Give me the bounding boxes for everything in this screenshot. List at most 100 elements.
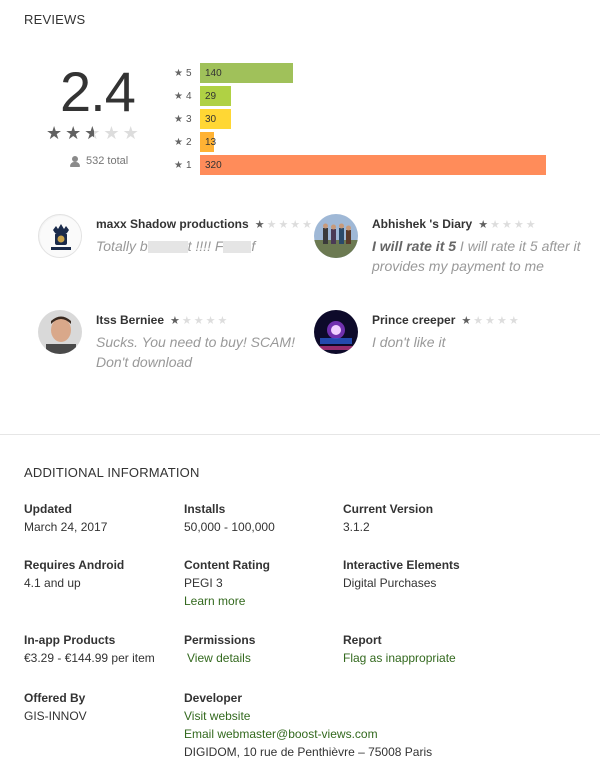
info-title: Interactive Elements [343, 558, 460, 572]
histogram-row: ★ 3 30 [174, 109, 231, 129]
histogram-count: 29 [205, 90, 217, 102]
info-title: In-app Products [24, 633, 116, 647]
view-details-link[interactable]: View details [184, 649, 255, 667]
histogram-row: ★ 1 320 [174, 155, 546, 175]
info-title: Updated [24, 502, 72, 516]
histogram-row-label: ★ 1 [174, 160, 200, 171]
star-icon: ★ [174, 90, 183, 102]
info-developer: Developer Visit website Email webmaster@… [184, 691, 432, 761]
histogram-row: ★ 4 29 [174, 86, 231, 106]
info-content-rating: Content Rating PEGI 3 Learn more [184, 558, 270, 610]
avatar[interactable] [314, 214, 358, 258]
avatar[interactable] [314, 310, 358, 354]
additional-info-heading: ADDITIONAL INFORMATION [24, 465, 200, 480]
neon-photo-icon [314, 310, 358, 354]
star-icon: ★ [46, 123, 66, 143]
star-half-icon: ★ [84, 124, 103, 142]
rating-total-label: 532 total [86, 155, 129, 167]
review-rating-stars: ★★★★★ [461, 314, 521, 327]
info-interactive-elements: Interactive Elements Digital Purchases [343, 558, 460, 592]
review-title: I will rate it 5 [372, 238, 457, 254]
histogram-bar: 320 [200, 155, 546, 175]
info-updated: Updated March 24, 2017 [24, 502, 107, 536]
average-rating: 2.4 [60, 60, 136, 123]
histogram-star-label: 5 [185, 67, 192, 79]
info-value: GIS-INNOV [24, 709, 87, 723]
histogram-row: ★ 5 140 [174, 63, 293, 83]
review-author[interactable]: Abhishek 's Diary [372, 217, 472, 231]
review-author[interactable]: maxx Shadow productions [96, 217, 249, 231]
info-title: Report [343, 633, 382, 647]
histogram-star-label: 3 [185, 113, 192, 125]
avatar[interactable] [38, 310, 82, 354]
kingdom-logo-icon [40, 216, 81, 257]
histogram-count: 320 [205, 159, 222, 171]
info-value: 50,000 - 100,000 [184, 520, 275, 534]
info-version: Current Version 3.1.2 [343, 502, 433, 536]
avatar[interactable] [38, 214, 82, 258]
star-icon: ★ [174, 67, 183, 79]
review-text: I will rate it 5 I will rate it 5 after … [372, 238, 581, 274]
star-icon: ★ [122, 123, 142, 143]
info-value: Digital Purchases [343, 576, 437, 590]
info-value: March 24, 2017 [24, 520, 108, 534]
review-text: I don't like it [372, 334, 446, 350]
histogram-row-label: ★ 2 [174, 137, 200, 148]
info-title: Installs [184, 502, 226, 516]
review-rating-stars: ★★★★★ [170, 314, 230, 327]
info-in-app-products: In-app Products €3.29 - €144.99 per item [24, 633, 155, 667]
histogram-bar: 30 [200, 109, 231, 129]
review-text: Sucks. You need to buy! SCAM! Don't down… [96, 334, 295, 370]
info-installs: Installs 50,000 - 100,000 [184, 502, 275, 536]
histogram-star-label: 4 [185, 90, 192, 102]
info-title: Developer [184, 691, 243, 705]
info-title: Current Version [343, 502, 434, 516]
info-value: 4.1 and up [24, 576, 81, 590]
histogram-star-label: 1 [185, 159, 192, 171]
histogram-row-label: ★ 3 [174, 114, 200, 125]
review-text: Totally bt !!!! Ff [96, 238, 256, 254]
review-author[interactable]: Itss Berniee [96, 313, 164, 327]
group-photo-icon [314, 214, 358, 258]
person-icon [70, 155, 80, 167]
review-rating-stars: ★★★★★ [478, 218, 538, 231]
review-author[interactable]: Prince creeper [372, 313, 455, 327]
star-icon: ★ [174, 159, 183, 171]
histogram-count: 140 [205, 67, 222, 79]
histogram-row-label: ★ 5 [174, 68, 200, 79]
info-report: Report Flag as inappropriate [343, 633, 456, 667]
info-offered-by: Offered By GIS-INNOV [24, 691, 87, 725]
visit-website-link[interactable]: Visit website [184, 707, 432, 725]
average-rating-stars: ★★★ ★★ [46, 124, 142, 142]
star-icon: ★ [103, 123, 123, 143]
reviews-heading: REVIEWS [24, 12, 86, 27]
info-title: Permissions [184, 633, 256, 647]
histogram-row: ★ 2 13 [174, 132, 217, 152]
section-divider [0, 434, 600, 435]
developer-email-link[interactable]: Email webmaster@boost-views.com [184, 725, 432, 743]
histogram-bar: 140 [200, 63, 293, 83]
flag-inappropriate-link[interactable]: Flag as inappropriate [343, 649, 456, 667]
info-value: €3.29 - €144.99 per item [24, 651, 155, 665]
histogram-bar: 29 [200, 86, 231, 106]
developer-address: DIGIDOM, 10 rue de Penthièvre – 75008 Pa… [184, 745, 433, 759]
star-icon: ★ [174, 136, 183, 148]
info-title: Content Rating [184, 558, 270, 572]
histogram-bar: 13 [200, 132, 217, 152]
info-title: Requires Android [24, 558, 125, 572]
star-icon: ★ [65, 123, 85, 143]
rating-total: 532 total [70, 155, 128, 167]
histogram-row-label: ★ 4 [174, 91, 200, 102]
info-permissions: Permissions View details [184, 633, 255, 667]
histogram-count: 13 [205, 136, 217, 148]
info-value: PEGI 3 [184, 576, 223, 590]
learn-more-link[interactable]: Learn more [184, 592, 270, 610]
review-rating-stars: ★★★★★ [254, 218, 315, 231]
histogram-count: 30 [205, 113, 217, 125]
info-requires-android: Requires Android 4.1 and up [24, 558, 124, 592]
histogram-star-label: 2 [185, 136, 192, 148]
info-value: 3.1.2 [343, 520, 370, 534]
man-photo-icon [38, 310, 82, 354]
info-title: Offered By [24, 691, 86, 705]
star-icon: ★ [174, 113, 183, 125]
